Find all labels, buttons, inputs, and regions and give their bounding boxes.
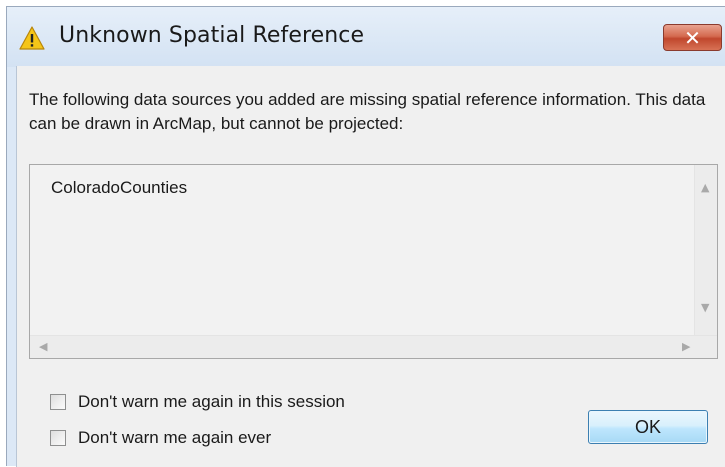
dont-warn-session-label: Don't warn me again in this session [78,392,345,411]
vertical-scrollbar[interactable]: ▲ ▼ [694,165,717,335]
dont-warn-ever-label: Don't warn me again ever [78,428,272,447]
scroll-up-icon[interactable]: ▲ [701,182,709,193]
horizontal-scrollbar[interactable]: ◀ ▶ [30,335,717,358]
ok-button[interactable]: OK [588,410,708,444]
dont-warn-session-option[interactable]: Don't warn me again in this session [50,392,345,412]
data-sources-list[interactable]: ColoradoCounties ▲ ▼ ◀ ▶ [29,164,718,359]
close-button[interactable]: ✕ [663,24,722,51]
warning-message: The following data sources you added are… [29,90,706,133]
title-bar[interactable]: Unknown Spatial Reference ✕ [7,7,725,67]
dont-warn-session-checkbox[interactable] [50,394,66,410]
dialog-body: The following data sources you added are… [16,66,725,467]
close-icon: ✕ [684,25,701,50]
dont-warn-ever-checkbox[interactable] [50,430,66,446]
dialog-title: Unknown Spatial Reference [59,23,365,48]
warning-icon [19,26,45,50]
dialog-window: Unknown Spatial Reference ✕ The followin… [6,6,725,467]
scroll-right-icon[interactable]: ▶ [682,341,690,352]
scroll-left-icon[interactable]: ◀ [39,341,47,352]
dont-warn-ever-option[interactable]: Don't warn me again ever [50,428,271,448]
scroll-down-icon[interactable]: ▼ [701,302,709,313]
list-item[interactable]: ColoradoCounties [51,178,187,198]
